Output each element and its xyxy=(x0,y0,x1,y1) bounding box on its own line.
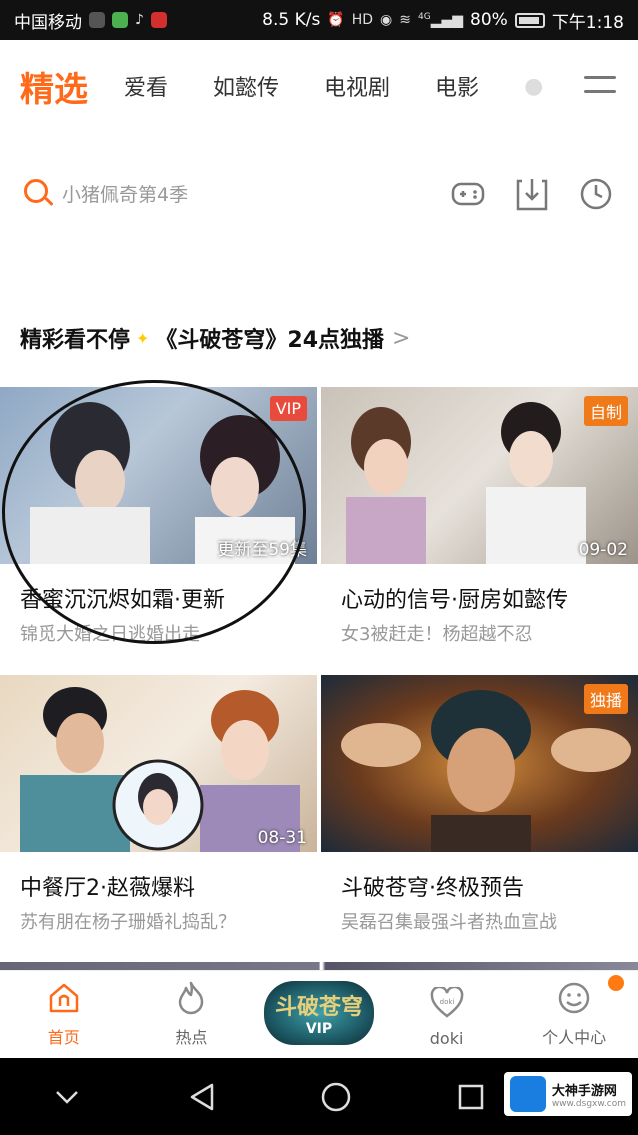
battery-icon xyxy=(514,12,545,28)
tab-featured[interactable]: 精选 xyxy=(20,62,88,111)
bottom-tab-home[interactable]: 首页 xyxy=(0,971,128,1058)
card-title[interactable]: 香蜜沉沉烬如霜·更新 xyxy=(20,582,317,614)
tab-overflow[interactable]: ● xyxy=(524,74,554,99)
hd-icon: HD xyxy=(351,12,374,28)
face-icon xyxy=(556,980,592,1016)
video-thumbnail[interactable]: 自制 09-02 xyxy=(321,387,638,564)
search-bar[interactable]: 小猪佩奇第4季 xyxy=(0,150,638,236)
bottom-tab-label: 热点 xyxy=(175,1028,208,1047)
card-subtitle: 苏有朋在杨子珊婚礼捣乱？ xyxy=(20,912,236,933)
bottom-tab-vip[interactable]: 斗破苍穹 VIP xyxy=(255,971,383,1058)
network-speed: 8.5 K/s xyxy=(262,10,321,30)
clock: 下午1:18 xyxy=(551,12,624,33)
app-notification-icon xyxy=(150,12,167,28)
section-title-text: 精彩看不停 xyxy=(20,328,131,353)
card-title[interactable]: 斗破苍穹·终极预告 xyxy=(341,870,638,902)
watermark-url: www.dsgxw.com xyxy=(551,1098,626,1109)
chevron-right-icon: > xyxy=(392,325,411,351)
svg-text:doki: doki xyxy=(439,998,454,1006)
bottom-tab-label: doki xyxy=(429,1029,464,1048)
vip-logo: 斗破苍穹 VIP xyxy=(263,981,374,1045)
status-bar: 中国移动 ♪ 8.5 K/s ⏰ HD ◉ ≋ 4G▂▄▆ 80% 下午1:18 xyxy=(0,0,638,40)
menu-icon[interactable] xyxy=(584,76,616,96)
flame-icon xyxy=(173,980,209,1016)
site-watermark: 大神手游网 www.dsgxw.com xyxy=(503,1072,632,1116)
vip-badge: VIP xyxy=(269,396,307,421)
bottom-tab-hot[interactable]: 热点 xyxy=(128,971,256,1058)
video-card[interactable]: 自制 09-02 心动的信号·厨房如懿传 女3被赶走！杨超越不忍 xyxy=(321,387,638,646)
video-thumbnail[interactable]: VIP 更新至59集 xyxy=(0,387,317,564)
doki-icon: doki xyxy=(429,985,465,1021)
card-subtitle: 吴磊召集最强斗者热血宣战 xyxy=(341,912,557,933)
home-nav-icon[interactable] xyxy=(316,1077,356,1117)
signal-icon: 4G▂▄▆ xyxy=(418,11,464,29)
air-date: 09-02 xyxy=(578,540,628,560)
back-icon[interactable] xyxy=(182,1077,222,1117)
video-thumbnail[interactable]: 独播 xyxy=(321,675,638,852)
hide-nav-icon[interactable] xyxy=(47,1077,87,1117)
history-clock-icon[interactable] xyxy=(578,176,614,212)
vip-logo-text: 斗破苍穹 xyxy=(274,995,363,1020)
search-icon xyxy=(22,177,54,209)
category-tabs: 精选 爱看 如懿传 电视剧 电影 ● xyxy=(0,40,638,132)
alarm-icon: ⏰ xyxy=(327,12,345,28)
download-icon[interactable] xyxy=(514,176,550,212)
app-notification-icon xyxy=(112,12,128,28)
card-subtitle: 锦觅大婚之日逃婚出走 xyxy=(20,624,200,645)
original-badge: 自制 xyxy=(583,396,628,426)
sparkle-icon: ✦ xyxy=(136,328,150,348)
exclusive-badge: 独播 xyxy=(583,684,628,714)
bottom-tab-doki[interactable]: doki doki xyxy=(383,971,511,1058)
carrier-label: 中国移动 xyxy=(14,12,82,33)
wifi-icon: ≋ xyxy=(399,12,411,28)
bottom-tab-profile[interactable]: 个人中心 xyxy=(510,971,638,1058)
section-title[interactable]: 精彩看不停 ✦ 《斗破苍穹》24点独播 > xyxy=(20,322,410,354)
app-notification-icon xyxy=(89,12,105,28)
tab-tv-series[interactable]: 电视剧 xyxy=(324,70,390,102)
tiktok-icon: ♪ xyxy=(135,12,144,28)
bottom-tab-label: 个人中心 xyxy=(542,1028,607,1047)
card-subtitle: 女3被赶走！杨超越不忍 xyxy=(341,624,533,645)
video-thumbnail[interactable]: 08-31 xyxy=(0,675,317,852)
notification-dot xyxy=(607,975,624,991)
battery-percent: 80% xyxy=(470,10,508,30)
card-title[interactable]: 中餐厅2·赵薇爆料 xyxy=(20,870,317,902)
air-date: 08-31 xyxy=(257,828,307,848)
tab-ruyizhuan[interactable]: 如懿传 xyxy=(213,70,279,102)
bottom-tab-bar: 首页 热点 斗破苍穹 VIP doki doki 个人中心 xyxy=(0,970,638,1058)
watermark-name: 大神手游网 xyxy=(551,1083,617,1099)
video-card[interactable]: VIP 更新至59集 香蜜沉沉烬如霜·更新 锦觅大婚之日逃婚出走 xyxy=(0,387,317,646)
recents-icon[interactable] xyxy=(451,1077,491,1117)
video-card[interactable]: 08-31 中餐厅2·赵薇爆料 苏有朋在杨子珊婚礼捣乱？ xyxy=(0,675,317,934)
search-placeholder[interactable]: 小猪佩奇第4季 xyxy=(62,180,188,207)
section-highlight: 《斗破苍穹》24点独播 xyxy=(155,328,385,353)
vip-label: VIP xyxy=(305,1021,333,1037)
gamepad-icon[interactable] xyxy=(450,176,486,212)
eye-icon: ◉ xyxy=(380,12,393,28)
bottom-tab-label: 首页 xyxy=(47,1028,80,1047)
next-row-preview xyxy=(0,962,638,970)
video-card[interactable]: 独播 斗破苍穹·终极预告 吴磊召集最强斗者热血宣战 xyxy=(321,675,638,934)
watermark-logo-icon xyxy=(509,1076,546,1112)
home-icon xyxy=(46,980,82,1016)
tab-aikan[interactable]: 爱看 xyxy=(124,70,168,102)
card-title[interactable]: 心动的信号·厨房如懿传 xyxy=(341,582,638,614)
episode-count: 更新至59集 xyxy=(217,540,307,560)
tab-movies[interactable]: 电影 xyxy=(435,70,479,102)
